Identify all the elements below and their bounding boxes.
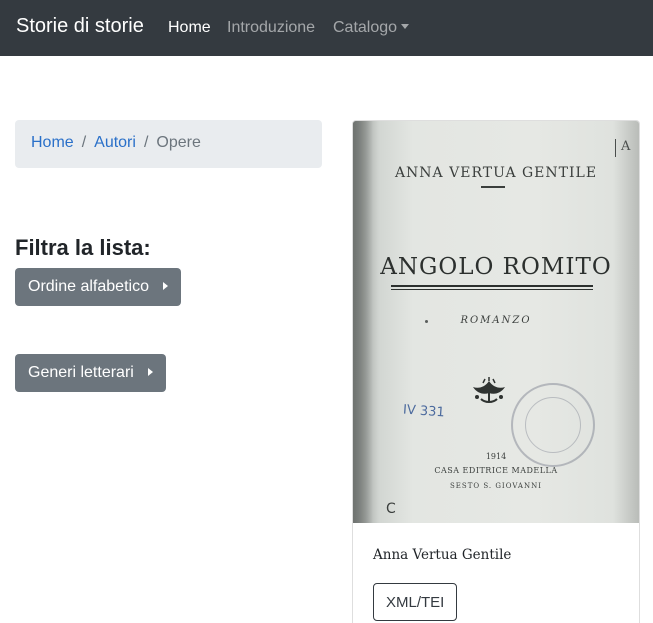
brand-link[interactable]: Storie di storie [16, 15, 144, 38]
ordine-alfabetico-label: Ordine alfabetico [28, 278, 149, 295]
breadcrumb: Home / Autori / Opere [15, 120, 322, 168]
card-author-name: Anna Vertua Gentile [373, 547, 512, 563]
book-cover-image[interactable]: A ANNA VERTUA GENTILE ANGOLO ROMITO ROMA… [353, 121, 639, 523]
generi-letterari-label: Generi letterari [28, 364, 134, 381]
caret-down-icon [401, 24, 410, 29]
nav-introduzione[interactable]: Introduzione [227, 19, 315, 37]
cover-corner-line [615, 139, 616, 157]
nav-catalogo-dropdown[interactable]: Catalogo [333, 19, 410, 37]
cover-genre: ROMANZO [460, 315, 532, 326]
breadcrumb-separator: / [81, 134, 87, 151]
top-navbar: Storie di storie Home Introduzione Catal… [0, 0, 653, 56]
breadcrumb-opere: Opere [156, 134, 201, 151]
cover-title: ANGOLO ROMITO [380, 254, 612, 280]
cover-rule [481, 186, 505, 188]
breadcrumb-autori[interactable]: Autori [94, 134, 136, 151]
cover-place: SESTO S. GIOVANNI [450, 482, 542, 490]
xml-tei-button[interactable]: XML/TEI [373, 583, 458, 621]
library-stamp-inner [525, 397, 581, 453]
caret-right-icon [162, 282, 168, 290]
cover-shelfmark: IV 331 [402, 402, 446, 421]
cover-ornament-icon [473, 377, 505, 403]
ordine-alfabetico-button[interactable]: Ordine alfabetico [15, 268, 181, 306]
filter-heading: Filtra la lista: [15, 235, 151, 260]
generi-letterari-button[interactable]: Generi letterari [15, 354, 166, 392]
nav-catalogo-label: Catalogo [333, 19, 398, 36]
work-card: A ANNA VERTUA GENTILE ANGOLO ROMITO ROMA… [352, 120, 640, 623]
cover-hook-mark: C [386, 501, 396, 517]
caret-right-icon [147, 368, 153, 376]
cover-author: ANNA VERTUA GENTILE [394, 165, 598, 181]
cover-title-rule [391, 285, 593, 287]
cover-publisher: CASA EDITRICE MADELLA [434, 466, 558, 475]
cover-year: 1914 [485, 452, 507, 461]
breadcrumb-separator: / [143, 134, 149, 151]
cover-title-rule-thin [391, 289, 593, 290]
cover-corner-mark: A [621, 139, 631, 154]
breadcrumb-home[interactable]: Home [31, 134, 74, 151]
nav-home[interactable]: Home [168, 19, 211, 37]
